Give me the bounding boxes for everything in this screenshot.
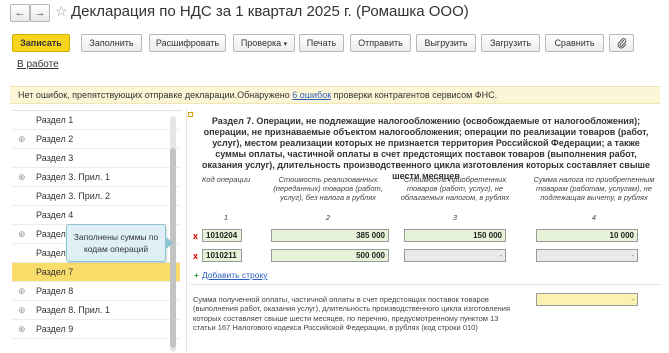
- expand-icon[interactable]: ⊕: [18, 282, 26, 301]
- hint-text: Заполнены суммы по кодам операций: [73, 232, 159, 254]
- section-separator: [190, 284, 660, 285]
- compare-button[interactable]: Сравнить: [545, 34, 604, 52]
- sidebar-item-label: Раздел 3. Прил. 1: [36, 172, 111, 182]
- sidebar-item[interactable]: Раздел 3: [12, 149, 180, 168]
- forward-button[interactable]: →: [30, 4, 50, 22]
- line-010-description: Сумма полученной оплаты, частичной оплат…: [193, 295, 511, 333]
- nondeductible-tax-field[interactable]: -: [536, 249, 638, 262]
- sold-value-field[interactable]: 500 000: [271, 249, 389, 262]
- sidebar-item[interactable]: ⊕ Раздел 8. Прил. 1: [12, 301, 180, 320]
- purchased-value-field[interactable]: 150 000: [404, 229, 506, 242]
- back-button[interactable]: ←: [10, 4, 30, 22]
- expand-icon[interactable]: ⊕: [18, 168, 26, 187]
- panel-divider: [186, 110, 187, 353]
- section-heading: Раздел 7. Операции, не подлежащие налого…: [201, 116, 651, 181]
- column-header-1: Код операции: [201, 175, 251, 184]
- column-number-4: 4: [591, 213, 597, 222]
- hint-callout: Заполнены суммы по кодам операций: [66, 224, 173, 262]
- operation-code-field[interactable]: 1010204: [202, 229, 242, 242]
- sidebar-item-label: Раздел 4: [36, 210, 74, 220]
- sidebar-item-label: Раздел 2: [36, 134, 74, 144]
- sidebar-item[interactable]: ⊕ Раздел 8: [12, 282, 180, 301]
- sidebar-item-label: Раздел 1: [36, 115, 74, 125]
- paperclip-icon: [617, 38, 626, 49]
- load-button[interactable]: Загрузить: [481, 34, 540, 52]
- sidebar-item-label: Раздел 7: [36, 267, 74, 277]
- send-button[interactable]: Отправить: [350, 34, 411, 52]
- expand-icon[interactable]: ⊕: [18, 130, 26, 149]
- column-number-3: 3: [452, 213, 458, 222]
- sidebar-item[interactable]: ⊕ Раздел 9: [12, 320, 180, 339]
- check-button-label: Проверка: [240, 38, 282, 48]
- sidebar-item[interactable]: Раздел 7: [12, 263, 180, 282]
- print-button[interactable]: Печать: [299, 34, 344, 52]
- info-bar: Нет ошибок, препятствующих отправке декл…: [10, 86, 660, 104]
- expand-icon[interactable]: ⊕: [18, 301, 26, 320]
- line-010-field[interactable]: -: [536, 293, 638, 306]
- expand-icon[interactable]: ⊕: [18, 320, 26, 339]
- add-row-label: Добавить строку: [201, 270, 268, 280]
- column-header-3: Стоимость приобретенных товаров (работ, …: [400, 175, 510, 202]
- info-text-after: проверки контрагентов сервисом ФНС.: [331, 90, 498, 100]
- check-button[interactable]: Проверка ▾: [233, 34, 295, 52]
- purchased-value-field[interactable]: -: [404, 249, 506, 262]
- status-link[interactable]: В работе: [17, 59, 59, 70]
- column-number-1: 1: [223, 213, 229, 222]
- fill-button[interactable]: Заполнить: [81, 34, 142, 52]
- sidebar-item[interactable]: ⊕ Раздел 2: [12, 130, 180, 149]
- column-number-2: 2: [325, 213, 331, 222]
- sidebar-item[interactable]: ⊕ Раздел 3. Прил. 1: [12, 168, 180, 187]
- plus-icon: +: [194, 270, 199, 280]
- arrow-left-icon: ←: [14, 7, 26, 19]
- column-header-4: Сумма налога по приобретенным товарам (р…: [533, 175, 655, 202]
- sidebar-item-label: Раздел 8: [36, 286, 74, 296]
- arrow-right-icon: →: [34, 7, 46, 19]
- sidebar-scrollbar[interactable]: [170, 116, 176, 352]
- expand-button[interactable]: Расшифровать: [149, 34, 226, 52]
- sidebar-item[interactable]: Раздел 4: [12, 206, 180, 225]
- declaration-window: ← → ☆ Декларация по НДС за 1 квартал 202…: [0, 0, 669, 353]
- expand-icon[interactable]: ⊕: [18, 225, 26, 244]
- operation-code-field[interactable]: 1010211: [202, 249, 242, 262]
- window-title: Декларация по НДС за 1 квартал 2025 г. (…: [71, 3, 469, 20]
- column-header-2: Стоимость реализованных (переданных) тов…: [273, 175, 383, 202]
- info-text-before: Нет ошибок, препятствующих отправке декл…: [18, 90, 293, 100]
- delete-row-icon[interactable]: x: [193, 231, 198, 241]
- sold-value-field[interactable]: 385 000: [271, 229, 389, 242]
- favorite-star-icon[interactable]: ☆: [55, 3, 68, 20]
- nondeductible-tax-field[interactable]: 10 000: [536, 229, 638, 242]
- sidebar-item-label: Раздел 3. Прил. 2: [36, 191, 111, 201]
- sidebar-item-label: Раздел 9: [36, 324, 74, 334]
- add-row-button[interactable]: + Добавить строку: [194, 270, 268, 280]
- upload-button[interactable]: Выгрузить: [416, 34, 476, 52]
- callout-pointer: [166, 237, 173, 249]
- sidebar-item[interactable]: Раздел 1: [12, 111, 180, 130]
- sidebar-item[interactable]: Раздел 3. Прил. 2: [12, 187, 180, 206]
- corner-marker-icon: [188, 112, 193, 117]
- attach-button[interactable]: [609, 34, 634, 52]
- delete-row-icon[interactable]: x: [193, 251, 198, 261]
- errors-link[interactable]: 6 ошибок: [292, 90, 331, 100]
- sidebar-item-label: Раздел 3: [36, 153, 74, 163]
- record-button[interactable]: Записать: [12, 34, 70, 52]
- sidebar-item-label: Раздел 8. Прил. 1: [36, 305, 111, 315]
- dropdown-arrow-icon: ▾: [283, 41, 288, 48]
